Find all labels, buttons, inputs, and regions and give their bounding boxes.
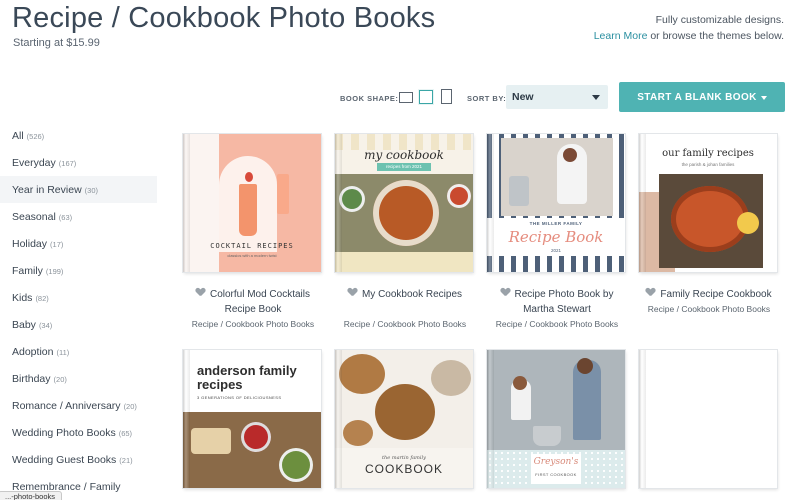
book-cover[interactable]: our family recipes the parish & johan fa… (639, 134, 777, 272)
sidebar-item-adoption[interactable]: Adoption (11) (0, 338, 157, 365)
book-spine (639, 350, 646, 488)
book-cover[interactable]: THE MILLER FAMILY Recipe Book 2021 (487, 134, 625, 272)
cookie (343, 420, 373, 446)
cocktail-garnish (245, 172, 253, 182)
sort-select[interactable]: New (506, 85, 608, 109)
pot (533, 426, 561, 446)
category-sidebar: All (526) Everyday (167) Year in Review (30… (0, 122, 157, 500)
food-plate (373, 180, 439, 246)
sidebar-item-all[interactable]: All (526) (0, 122, 157, 149)
page-title: Recipe / Cookbook Photo Books (12, 2, 436, 34)
book-category: Recipe / Cookbook Photo Books (191, 319, 315, 329)
sidebar-item-birthday[interactable]: Birthday (20) (0, 365, 157, 392)
start-blank-book-button[interactable]: START A BLANK BOOK (619, 82, 785, 112)
book-title[interactable]: Recipe Photo Book by Martha Stewart (487, 287, 627, 317)
book-category: Recipe / Cookbook Photo Books (343, 319, 467, 329)
sidebar-item-wedding-guest-books[interactable]: Wedding Guest Books (21) (0, 446, 157, 473)
sidebar-item-seasonal[interactable]: Seasonal (63) (0, 203, 157, 230)
heart-icon[interactable] (196, 288, 205, 297)
start-blank-book-label: START A BLANK BOOK (637, 91, 757, 103)
sidebar-item-baby[interactable]: Baby (34) (0, 311, 157, 338)
book-cover[interactable]: Greyson's FIRST COOKBOOK (487, 350, 625, 488)
promo-line-2: or browse the themes below. (647, 30, 784, 42)
person-head (577, 358, 593, 374)
cover-subtitle: recipes from 2021 (385, 164, 423, 169)
cover-kicker: THE MILLER FAMILY (529, 221, 583, 226)
heart-icon[interactable] (501, 288, 510, 297)
book-title[interactable]: My Cookbook Recipes (335, 287, 475, 302)
book-category: Recipe / Cookbook Photo Books (647, 304, 771, 314)
sort-value: New (512, 91, 534, 103)
landscape-shape-icon[interactable] (399, 92, 413, 103)
cover-subtitle: classics with a modern twist (227, 253, 277, 258)
book-cover[interactable]: anderson family recipes 3 GENERATIONS OF… (183, 350, 321, 488)
cover-subtitle: 2021 (550, 248, 561, 253)
cover-subtitle: 3 GENERATIONS OF DELICIOUSNESS (197, 395, 282, 400)
cover-kicker: the martin family (382, 455, 426, 461)
cover-subtitle: the parish & johan families (681, 162, 735, 167)
lemon-slice (737, 212, 759, 234)
heart-icon[interactable] (646, 288, 655, 297)
sidebar-item-holiday[interactable]: Holiday (17) (0, 230, 157, 257)
cookie-shadow (431, 360, 471, 396)
cover-title: COOKBOOK (364, 462, 443, 476)
food-bowl (339, 186, 365, 212)
stand-mixer (509, 176, 529, 206)
cover-title: Greyson's (533, 457, 579, 467)
book-spine (487, 350, 494, 488)
cover-title: our family recipes (662, 148, 754, 159)
bread-board (191, 428, 231, 454)
status-tooltip: ...-photo-books (0, 491, 63, 500)
heart-icon[interactable] (348, 288, 357, 297)
caret-down-icon (760, 95, 767, 100)
cover-title: Recipe Book (508, 228, 604, 246)
sidebar-item-romance-anniversary[interactable]: Romance / Anniversary (20) (0, 392, 157, 419)
book-spine (335, 134, 342, 272)
cover-title: my cookbook (364, 148, 444, 162)
learn-more-link[interactable]: Learn More (594, 30, 648, 42)
child-head (513, 376, 527, 390)
promo-line-1: Fully customizable designs. (655, 14, 784, 26)
cookie (375, 384, 435, 440)
cover-band (335, 252, 473, 272)
starting-price: Starting at $15.99 (13, 37, 100, 49)
promo-text: Fully customizable designs. Learn More o… (594, 12, 784, 44)
cookie (339, 354, 385, 394)
book-shape-label: BOOK SHAPE: (340, 94, 399, 103)
book-cover[interactable]: COCKTAIL RECIPES classics with a modern … (183, 134, 321, 272)
cover-title: anderson family recipes (197, 363, 297, 392)
book-title[interactable]: Colorful Mod Cocktails Recipe Book (183, 287, 323, 317)
book-cover-blank[interactable] (639, 350, 777, 488)
portrait-shape-icon[interactable] (441, 89, 452, 104)
food-bowl (447, 184, 471, 208)
sidebar-item-kids[interactable]: Kids (82) (0, 284, 157, 311)
book-spine (639, 134, 646, 272)
book-title[interactable]: Family Recipe Cookbook (639, 287, 779, 302)
cocktail-glass (239, 184, 257, 236)
cocktail-glass-2 (277, 174, 289, 214)
cover-stripes (487, 256, 625, 272)
sidebar-item-everyday[interactable]: Everyday (167) (0, 149, 157, 176)
cover-subtitle: FIRST COOKBOOK (535, 472, 577, 477)
square-shape-icon[interactable] (419, 90, 433, 104)
chevron-down-icon (592, 95, 600, 100)
food-bowl (279, 448, 313, 482)
book-cover[interactable]: my cookbook recipes from 2021 (335, 134, 473, 272)
sidebar-item-family[interactable]: Family (199) (0, 257, 157, 284)
book-spine (183, 350, 190, 488)
cover-title: COCKTAIL RECIPES (210, 242, 294, 250)
sort-by-label: SORT BY: (467, 94, 507, 103)
person-head (563, 148, 577, 162)
sidebar-item-wedding-photo-books[interactable]: Wedding Photo Books (65) (0, 419, 157, 446)
book-cover[interactable]: the martin family COOKBOOK (335, 350, 473, 488)
book-category: Recipe / Cookbook Photo Books (495, 319, 619, 329)
book-spine (487, 134, 494, 272)
food-bowl (241, 422, 271, 452)
sidebar-item-year-in-review[interactable]: Year in Review (30) (0, 176, 157, 203)
book-spine (183, 134, 190, 272)
book-spine (335, 350, 342, 488)
